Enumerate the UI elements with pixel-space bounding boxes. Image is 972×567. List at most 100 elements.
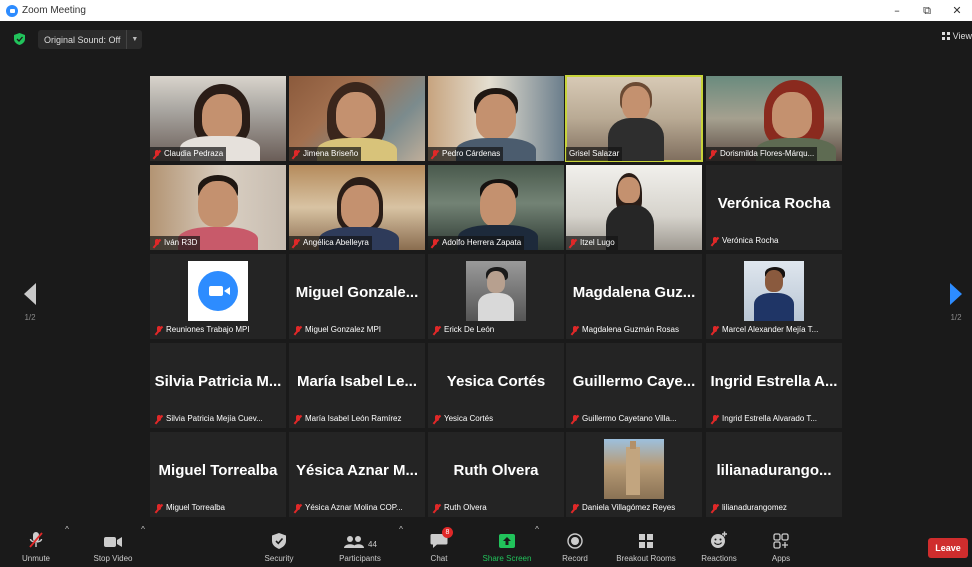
participant-display-name: Yésica Aznar M... [296, 462, 418, 479]
next-page-button[interactable]: 1/2 [942, 283, 970, 322]
video-options-chevron-icon[interactable]: ^ [138, 525, 148, 567]
view-button[interactable]: View [941, 31, 972, 41]
chevron-down-icon[interactable]: ▼ [126, 30, 138, 49]
participant-name-label: Dorismilda Flores-Márqu... [706, 147, 818, 161]
leave-meeting-button[interactable]: Leave [928, 538, 968, 558]
mic-muted-icon [571, 325, 579, 335]
mic-muted-icon [292, 149, 300, 159]
encryption-shield-icon[interactable] [14, 33, 25, 45]
participant-display-name: Ingrid Estrella A... [710, 373, 838, 390]
participant-name-label: Silvia Patricia Mejía Cuev... [152, 412, 266, 426]
video-camera-icon [104, 537, 122, 547]
meeting-toolbar: Unmute ^ Stop Video ^ Security 44 Partic… [0, 525, 972, 567]
previous-page-button[interactable]: 1/2 [16, 283, 44, 322]
security-button[interactable]: Security [258, 525, 300, 567]
unmute-button[interactable]: Unmute [14, 525, 58, 567]
participant-tile[interactable]: Claudia Pedraza [150, 76, 286, 161]
apps-button[interactable]: Apps [762, 525, 800, 567]
participant-tile[interactable]: Miguel Torrealba Miguel Torrealba [150, 432, 286, 517]
microphone-muted-icon [29, 532, 43, 548]
participants-options-chevron-icon[interactable]: ^ [396, 525, 406, 567]
participant-tile[interactable]: Pedro Cárdenas [428, 76, 564, 161]
participant-tile[interactable]: Yésica Aznar M... Yésica Aznar Molina CO… [289, 432, 425, 517]
record-button[interactable]: Record [556, 525, 594, 567]
participant-tile[interactable]: Ruth Olvera Ruth Olvera [428, 432, 564, 517]
participant-tile[interactable]: Miguel Gonzale... Miguel Gonzalez MPI [289, 254, 425, 339]
close-button[interactable]: ✕ [942, 0, 972, 21]
participant-tile[interactable]: Angélica Abelleyra [289, 165, 425, 250]
participant-name-label: Verónica Rocha [708, 234, 781, 248]
participant-tile[interactable]: Marcel Alexander Mejía T... [706, 254, 842, 339]
mic-muted-icon [433, 325, 441, 335]
participant-tile[interactable]: Adolfo Herrera Zapata [428, 165, 564, 250]
share-options-chevron-icon[interactable]: ^ [532, 525, 542, 567]
mic-muted-icon [433, 503, 441, 513]
participant-tile[interactable]: Dorismilda Flores-Márqu... [706, 76, 842, 161]
chat-button[interactable]: 8 Chat [422, 525, 456, 567]
reactions-button[interactable]: Reactions [696, 525, 742, 567]
mic-muted-icon [571, 503, 579, 513]
participant-tile[interactable]: Reuniones Trabajo MPI [150, 254, 286, 339]
participant-name-label: María Isabel León Ramírez [291, 412, 405, 426]
share-screen-button[interactable]: Share Screen [476, 525, 538, 567]
participant-display-name: María Isabel Le... [296, 373, 418, 390]
mic-muted-icon [711, 236, 719, 246]
participant-display-name: Miguel Gonzale... [295, 284, 419, 301]
minimize-button[interactable]: – [882, 0, 912, 21]
share-screen-icon [499, 534, 515, 548]
stop-video-button[interactable]: Stop Video [88, 525, 138, 567]
arrow-left-icon [24, 283, 36, 305]
gallery-view: 1/2 1/2 Claudia Pedraza Jimena Briseño P… [0, 55, 972, 525]
window-titlebar: Zoom Meeting – ⧉ ✕ [0, 0, 972, 21]
meeting-topbar: Original Sound: Off ▼ View [0, 21, 972, 55]
participant-tile[interactable]: lilianadurango... lilianadurangomez [706, 432, 842, 517]
participant-tile[interactable]: Jimena Briseño [289, 76, 425, 161]
mic-muted-icon [294, 414, 302, 424]
participant-tile[interactable]: Itzel Lugo [566, 165, 702, 250]
profile-photo [604, 439, 664, 499]
participant-display-name: Silvia Patricia M... [154, 373, 282, 390]
participant-name-label: Daniela Villagómez Reyes [568, 501, 678, 515]
participant-tile[interactable]: Verónica Rocha Verónica Rocha [706, 165, 842, 250]
mic-muted-icon [431, 149, 439, 159]
participant-display-name: Verónica Rocha [717, 195, 831, 212]
participant-tile[interactable]: Guillermo Caye... Guillermo Cayetano Vil… [566, 343, 702, 428]
zoom-app-icon [6, 4, 18, 17]
participants-button[interactable]: 44 Participants [330, 525, 390, 567]
participant-name-label: Adolfo Herrera Zapata [428, 236, 525, 250]
participant-tile[interactable]: Daniela Villagómez Reyes [566, 432, 702, 517]
mic-muted-icon [433, 414, 441, 424]
chat-unread-badge: 8 [442, 527, 453, 538]
participant-tile[interactable]: Silvia Patricia M... Silvia Patricia Mej… [150, 343, 286, 428]
original-sound-label: Original Sound: Off [44, 34, 121, 45]
participant-name-label: Reuniones Trabajo MPI [152, 323, 253, 337]
mic-muted-icon [155, 503, 163, 513]
original-sound-toggle[interactable]: Original Sound: Off ▼ [38, 30, 143, 49]
participant-name-label: Marcel Alexander Mejía T... [708, 323, 821, 337]
audio-options-chevron-icon[interactable]: ^ [62, 525, 72, 567]
restore-button[interactable]: ⧉ [912, 0, 942, 21]
participant-display-name: Magdalena Guz... [572, 284, 696, 301]
view-label: View [952, 31, 972, 41]
participant-display-name: Ruth Olvera [453, 462, 539, 479]
participant-tile[interactable]: Iván R3D [150, 165, 286, 250]
mic-muted-icon [294, 503, 302, 513]
participant-tile[interactable]: Yesica Cortés Yesica Cortés [428, 343, 564, 428]
mic-muted-icon [711, 414, 719, 424]
participant-name-label: Iván R3D [150, 236, 201, 250]
shield-icon [272, 533, 286, 549]
participant-tile[interactable]: María Isabel Le... María Isabel León Ram… [289, 343, 425, 428]
participant-name-label: Erick De León [430, 323, 497, 337]
participant-tile[interactable]: Ingrid Estrella A... Ingrid Estrella Alv… [706, 343, 842, 428]
profile-photo [466, 261, 526, 321]
participant-tile[interactable]: Erick De León [428, 254, 564, 339]
record-icon [567, 533, 583, 549]
participant-tile[interactable]: Magdalena Guz... Magdalena Guzmán Rosas [566, 254, 702, 339]
mic-muted-icon [155, 325, 163, 335]
participant-tile-active-speaker[interactable]: Grisel Salazar [565, 75, 703, 162]
participant-name-label: Yesica Cortés [430, 412, 496, 426]
mic-muted-icon [155, 414, 163, 424]
participant-name-label: Miguel Torrealba [152, 501, 228, 515]
breakout-rooms-button[interactable]: Breakout Rooms [608, 525, 684, 567]
participant-display-name: Guillermo Caye... [572, 373, 696, 390]
